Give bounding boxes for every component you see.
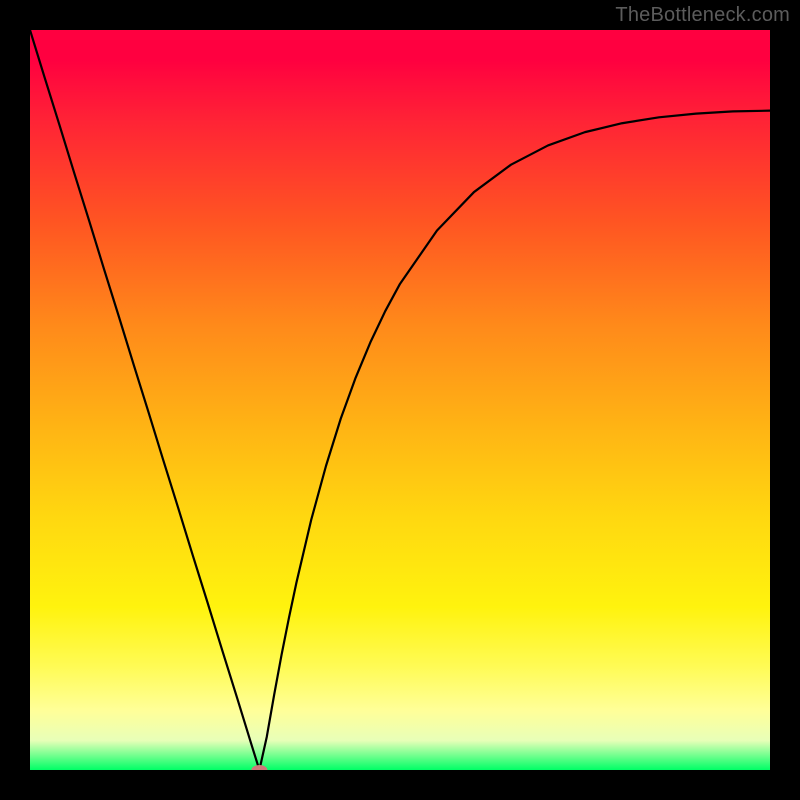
chart-frame: TheBottleneck.com [0, 0, 800, 800]
curve-layer [30, 30, 770, 770]
minimum-marker [251, 765, 267, 770]
plot-area [30, 30, 770, 770]
watermark-text: TheBottleneck.com [615, 4, 790, 27]
bottleneck-curve [30, 30, 770, 770]
